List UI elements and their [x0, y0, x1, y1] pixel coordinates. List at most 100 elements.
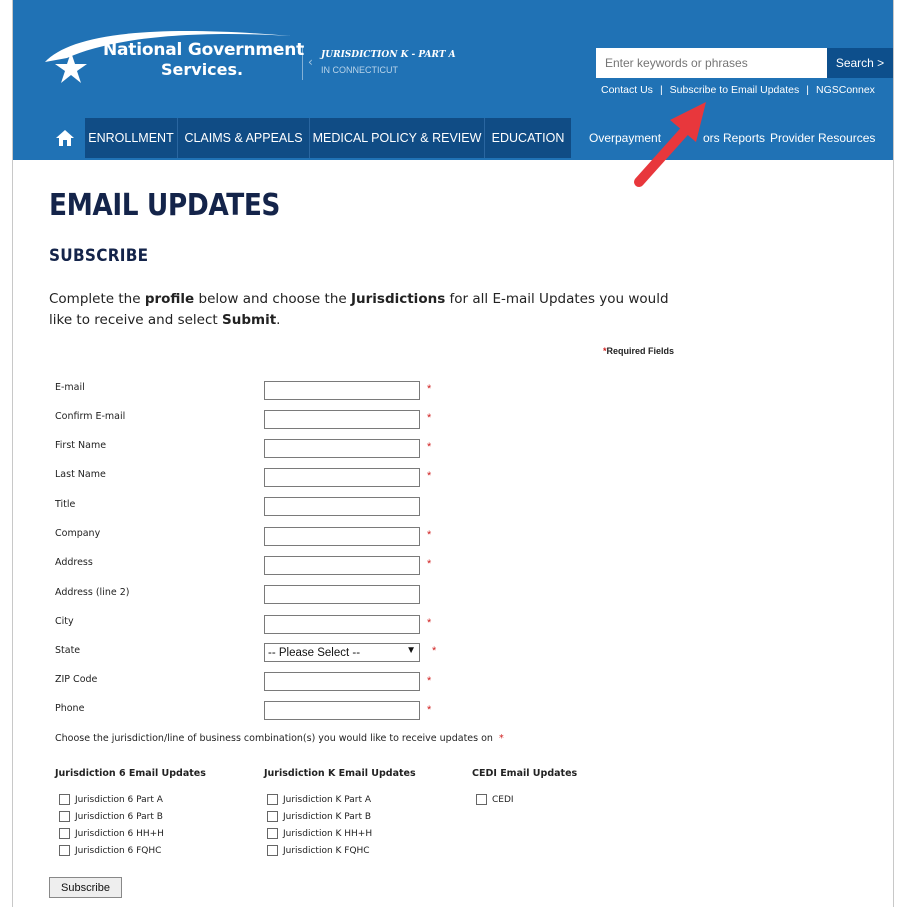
- checkbox-label: Jurisdiction K Part B: [283, 811, 372, 822]
- checkbox-label: Jurisdiction 6 HH+H: [75, 828, 164, 839]
- checkbox-jk-part-b[interactable]: Jurisdiction K Part B: [267, 811, 371, 822]
- checkbox-j6-part-b[interactable]: Jurisdiction 6 Part B: [59, 811, 163, 822]
- required-star: *: [498, 733, 504, 744]
- checkbox[interactable]: [476, 794, 487, 805]
- nav-reports[interactable]: ors Reports: [703, 118, 765, 158]
- jurisdiction-instructions: Choose the jurisdiction/line of business…: [55, 733, 504, 744]
- nav-education[interactable]: EDUCATION: [484, 118, 571, 158]
- address-field[interactable]: [264, 556, 420, 575]
- city-label: City: [55, 616, 74, 627]
- company-field[interactable]: [264, 527, 420, 546]
- checkbox-label: Jurisdiction 6 Part B: [75, 811, 163, 822]
- home-icon: [56, 130, 74, 146]
- section-title: SUBSCRIBE: [49, 246, 149, 266]
- intro-text: Complete the profile below and choose th…: [49, 289, 689, 331]
- checkbox[interactable]: [267, 828, 278, 839]
- subscribe-button-label: Subscribe: [61, 881, 110, 894]
- required-star: *: [427, 558, 432, 570]
- checkbox-j6-part-a[interactable]: Jurisdiction 6 Part A: [59, 794, 163, 805]
- checkbox-jk-fqhc[interactable]: Jurisdiction K FQHC: [267, 845, 370, 856]
- logo-line2: Services.: [161, 60, 244, 79]
- search-button[interactable]: Search >: [827, 48, 893, 78]
- intro-text-bold: Jurisdictions: [350, 291, 446, 307]
- utility-links: Contact Us | Subscribe to Email Updates | NG…: [601, 84, 875, 96]
- checkbox-cedi[interactable]: CEDI: [476, 794, 514, 805]
- required-star: *: [427, 383, 432, 395]
- checkbox-label: Jurisdiction 6 Part A: [75, 794, 163, 805]
- title-field[interactable]: [264, 497, 420, 516]
- site-header: National Government Services. ‹ JURISDIC…: [13, 0, 893, 160]
- subscribe-button[interactable]: Subscribe: [49, 877, 122, 898]
- address-label: Address: [55, 557, 93, 568]
- checkbox[interactable]: [59, 794, 70, 805]
- intro-text-part: Complete the: [49, 291, 145, 307]
- confirm-email-field[interactable]: [264, 410, 420, 429]
- contact-us-link[interactable]: Contact Us: [601, 84, 653, 96]
- email-field[interactable]: [264, 381, 420, 400]
- checkbox[interactable]: [59, 845, 70, 856]
- checkbox[interactable]: [59, 828, 70, 839]
- email-label: E-mail: [55, 382, 85, 393]
- nav-claims-appeals[interactable]: CLAIMS & APPEALS: [177, 118, 309, 158]
- nav-overpayment-label: Overpayment: [589, 131, 662, 145]
- utility-separator: |: [806, 84, 809, 96]
- subscribe-email-updates-link[interactable]: Subscribe to Email Updates: [670, 84, 800, 96]
- search-button-label: Search >: [835, 56, 885, 70]
- checkbox-j6-fqhc[interactable]: Jurisdiction 6 FQHC: [59, 845, 161, 856]
- nav-education-label: EDUCATION: [491, 131, 565, 145]
- confirm-email-label: Confirm E-mail: [55, 411, 126, 422]
- required-star: *: [427, 441, 432, 453]
- required-star: *: [427, 470, 432, 482]
- logo-line1: National Government: [103, 40, 305, 60]
- nav-reports-label: ors Reports: [703, 131, 766, 145]
- ngsconnex-link[interactable]: NGSConnex: [816, 84, 875, 96]
- nav-overpayment[interactable]: Overpayment: [589, 118, 661, 158]
- checkbox-j6-hhh[interactable]: Jurisdiction 6 HH+H: [59, 828, 164, 839]
- intro-text-bold: Submit: [222, 312, 277, 328]
- title-label: Title: [55, 499, 76, 510]
- ngs-logo[interactable]: National Government Services.: [41, 22, 305, 84]
- required-star: *: [427, 675, 432, 687]
- city-field[interactable]: [264, 615, 420, 634]
- checkbox-jk-part-a[interactable]: Jurisdiction K Part A: [267, 794, 371, 805]
- utility-separator: |: [659, 84, 663, 96]
- checkbox[interactable]: [267, 794, 278, 805]
- first-name-field[interactable]: [264, 439, 420, 458]
- jurisdiction-6-heading: Jurisdiction 6 Email Updates: [55, 768, 206, 779]
- checkbox-label: Jurisdiction 6 FQHC: [75, 845, 162, 856]
- checkbox-jk-hhh[interactable]: Jurisdiction K HH+H: [267, 828, 372, 839]
- zip-code-field[interactable]: [264, 672, 420, 691]
- intro-text-part: below and choose the: [194, 291, 351, 307]
- state-select[interactable]: -- Please Select -- ▼: [264, 643, 420, 662]
- checkbox-label: Jurisdiction K Part A: [283, 794, 372, 805]
- zip-code-label: ZIP Code: [55, 674, 98, 685]
- main-nav: ENROLLMENT CLAIMS & APPEALS MEDICAL POLI…: [13, 118, 893, 158]
- jurisdiction-k-heading: Jurisdiction K Email Updates: [264, 768, 416, 779]
- checkbox[interactable]: [59, 811, 70, 822]
- checkbox[interactable]: [267, 845, 278, 856]
- phone-field[interactable]: [264, 701, 420, 720]
- checkbox[interactable]: [267, 811, 278, 822]
- required-fields-label: Required Fields: [606, 346, 675, 356]
- nav-medical-policy[interactable]: MEDICAL POLICY & REVIEW: [309, 118, 484, 158]
- page-title: EMAIL UPDATES: [49, 188, 280, 223]
- nav-enrollment[interactable]: ENROLLMENT: [85, 118, 177, 158]
- first-name-label: First Name: [55, 440, 107, 451]
- address-line2-label: Address (line 2): [55, 587, 130, 598]
- required-star: *: [427, 617, 432, 629]
- required-star: *: [427, 529, 432, 541]
- nav-provider-resources-label: Provider Resources: [770, 131, 876, 145]
- state-label: State: [55, 645, 81, 656]
- state-select-value: -- Please Select --: [268, 646, 361, 659]
- chevron-left-icon: ‹: [308, 55, 313, 69]
- chevron-down-icon: ▼: [406, 645, 416, 656]
- nav-home[interactable]: [45, 118, 85, 158]
- search-input[interactable]: [596, 48, 827, 78]
- logo-divider: [302, 46, 303, 80]
- last-name-label: Last Name: [55, 469, 106, 480]
- jurisdiction-subtitle: IN CONNECTICUT: [321, 65, 398, 75]
- checkbox-label: Jurisdiction K FQHC: [283, 845, 370, 856]
- nav-provider-resources[interactable]: Provider Resources: [770, 118, 875, 158]
- address-line2-field[interactable]: [264, 585, 420, 604]
- last-name-field[interactable]: [264, 468, 420, 487]
